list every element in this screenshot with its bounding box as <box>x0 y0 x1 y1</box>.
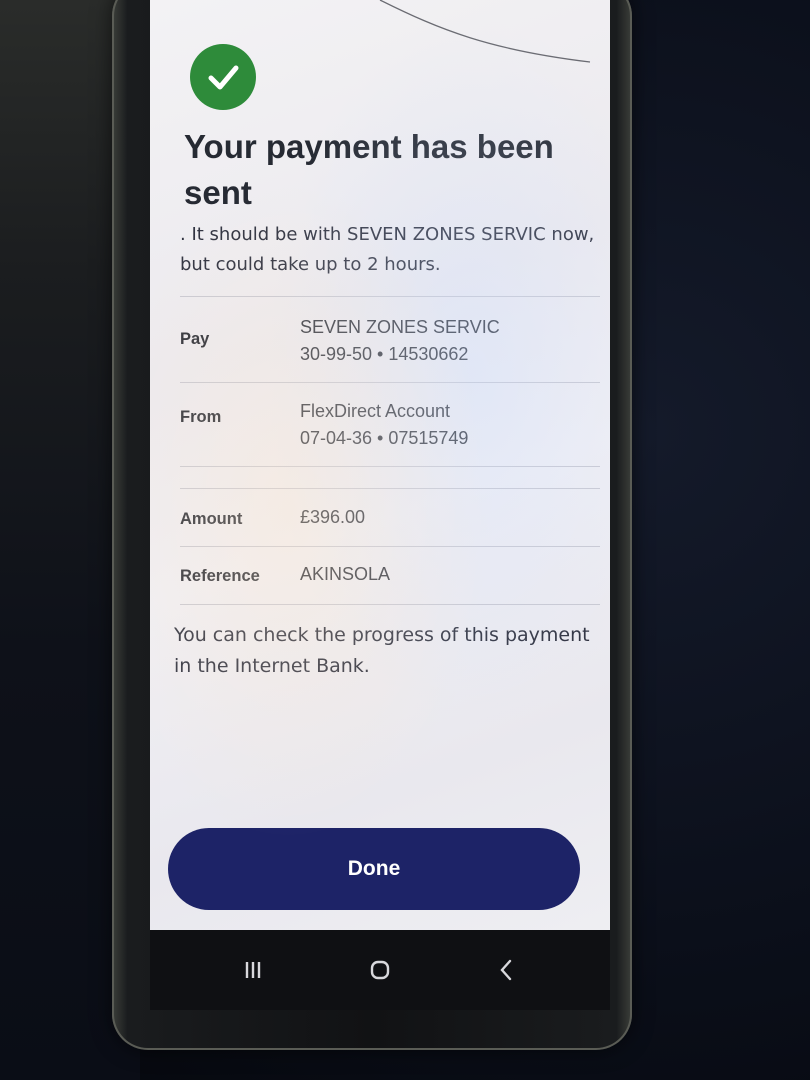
divider <box>180 488 600 489</box>
progress-note: You can check the progress of this payme… <box>174 624 590 677</box>
status-message: . It should be with SEVEN ZONES SERVIC n… <box>180 224 595 275</box>
reference-label: Reference <box>180 567 260 585</box>
pay-label: Pay <box>180 330 210 348</box>
divider <box>180 604 600 605</box>
phone-screen: Your payment has been sent . It should b… <box>150 0 610 930</box>
done-button[interactable]: Done <box>168 828 580 910</box>
back-icon[interactable] <box>477 940 537 1000</box>
divider <box>180 466 600 467</box>
from-label: From <box>180 408 222 426</box>
success-check-icon <box>190 44 256 110</box>
from-account: 07-04-36 • 07515749 <box>300 428 469 448</box>
from-name: FlexDirect Account <box>300 401 451 421</box>
divider <box>180 546 600 547</box>
divider <box>180 382 600 383</box>
amount-label: Amount <box>180 510 243 528</box>
reference-value: AKINSOLA <box>300 564 391 584</box>
home-icon[interactable] <box>350 940 410 1000</box>
pay-name: SEVEN ZONES SERVIC <box>300 317 500 337</box>
system-nav-bar <box>150 930 610 1010</box>
recent-apps-icon[interactable] <box>223 940 283 1000</box>
amount-value: £396.00 <box>300 507 366 527</box>
page-title: Your payment has been sent <box>184 128 554 211</box>
pay-account: 30-99-50 • 14530662 <box>300 344 469 364</box>
divider <box>180 296 600 297</box>
